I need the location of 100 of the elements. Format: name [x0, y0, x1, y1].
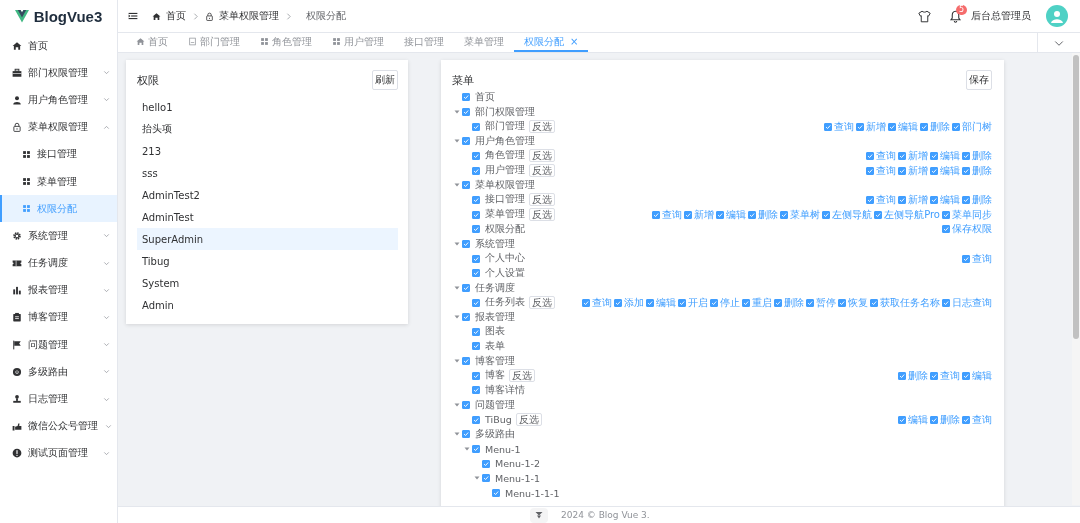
checkbox[interactable] [582, 298, 590, 307]
checkbox[interactable] [866, 195, 874, 204]
caret-icon[interactable] [454, 431, 460, 438]
checkbox[interactable] [472, 254, 480, 263]
checkbox[interactable] [710, 298, 718, 307]
checkbox[interactable] [930, 151, 938, 160]
caret-icon[interactable] [454, 138, 460, 145]
checkbox[interactable] [822, 210, 831, 219]
checkbox[interactable] [462, 181, 470, 190]
checkbox[interactable] [678, 298, 686, 307]
checkbox[interactable] [614, 298, 622, 307]
checkbox[interactable] [472, 415, 480, 424]
scrollbar[interactable] [1072, 53, 1080, 505]
checkbox[interactable] [472, 342, 480, 351]
invert-button[interactable]: 反选 [529, 164, 555, 178]
checkbox[interactable] [462, 137, 470, 146]
caret-icon[interactable] [454, 402, 460, 409]
checkbox[interactable] [462, 357, 470, 366]
checkbox[interactable] [962, 371, 970, 380]
sidebar-item[interactable]: 微信公众号管理 [0, 412, 117, 440]
sidebar-item[interactable]: 用户角色管理 [0, 86, 117, 114]
checkbox[interactable] [962, 415, 970, 424]
checkbox[interactable] [898, 151, 906, 160]
sidebar-item[interactable]: 菜单管理 [0, 167, 117, 196]
checkbox[interactable] [920, 122, 928, 131]
checkbox[interactable] [942, 298, 950, 307]
checkbox[interactable] [462, 239, 470, 248]
checkbox[interactable] [742, 298, 750, 307]
collapse-button[interactable] [530, 507, 548, 523]
sidebar-item[interactable]: 报表管理 [0, 276, 117, 304]
checkbox[interactable] [838, 298, 846, 307]
shirt-icon[interactable] [918, 9, 931, 23]
checkbox[interactable] [472, 327, 480, 336]
checkbox[interactable] [952, 122, 960, 131]
checkbox[interactable] [780, 210, 789, 219]
sidebar-item[interactable]: 菜单权限管理 [0, 113, 117, 141]
checkbox[interactable] [856, 122, 864, 131]
checkbox[interactable] [930, 371, 938, 380]
invert-button[interactable]: 反选 [529, 120, 555, 134]
sidebar-item[interactable]: 问题管理 [0, 331, 117, 359]
checkbox[interactable] [482, 459, 490, 468]
checkbox[interactable] [472, 195, 480, 204]
checkbox[interactable] [462, 430, 470, 439]
checkbox[interactable] [888, 122, 896, 131]
sidebar-item[interactable]: 多级路由 [0, 358, 117, 386]
sidebar-item[interactable]: 部门权限管理 [0, 59, 117, 87]
checkbox[interactable] [462, 401, 470, 410]
role-item[interactable]: sss [137, 162, 398, 184]
sidebar-item[interactable]: 博客管理 [0, 303, 117, 332]
caret-icon[interactable] [454, 284, 460, 291]
checkbox[interactable] [898, 415, 906, 424]
checkbox[interactable] [472, 225, 480, 234]
role-item[interactable]: AdminTest [137, 206, 398, 228]
checkbox[interactable] [930, 195, 938, 204]
checkbox[interactable] [962, 254, 970, 263]
checkbox[interactable] [942, 210, 950, 219]
caret-icon[interactable] [454, 240, 460, 247]
checkbox[interactable] [962, 166, 970, 175]
caret-icon[interactable] [464, 446, 470, 453]
role-item[interactable]: AdminTest2 [137, 184, 398, 206]
invert-button[interactable]: 反选 [529, 208, 555, 222]
avatar-icon[interactable] [1046, 5, 1068, 27]
checkbox[interactable] [472, 151, 480, 160]
checkbox[interactable] [492, 489, 500, 498]
checkbox[interactable] [806, 298, 814, 307]
checkbox[interactable] [870, 298, 878, 307]
checkbox[interactable] [646, 298, 654, 307]
caret-icon[interactable] [454, 314, 460, 321]
checkbox[interactable] [716, 210, 725, 219]
sidebar-item[interactable]: 日志管理 [0, 385, 117, 413]
checkbox[interactable] [962, 195, 970, 204]
invert-button[interactable]: 反选 [529, 296, 555, 309]
checkbox[interactable] [748, 210, 757, 219]
invert-button[interactable]: 反选 [515, 413, 542, 427]
checkbox[interactable] [472, 298, 480, 307]
role-item[interactable]: Tibug [137, 250, 398, 272]
checkbox[interactable] [962, 151, 970, 160]
caret-icon[interactable] [454, 358, 460, 365]
caret-icon[interactable] [454, 182, 460, 189]
checkbox[interactable] [652, 210, 661, 219]
checkbox[interactable] [684, 210, 693, 219]
invert-button[interactable]: 反选 [529, 193, 555, 207]
role-item[interactable]: 213 [137, 140, 398, 162]
sidebar-item[interactable]: 测试页面管理 [0, 439, 117, 467]
checkbox[interactable] [824, 122, 832, 131]
checkbox[interactable] [482, 474, 490, 483]
sidebar-item[interactable]: 任务调度 [0, 249, 117, 277]
breadcrumb-item[interactable]: 菜单权限管理 [219, 9, 279, 23]
caret-icon[interactable] [454, 109, 460, 115]
checkbox[interactable] [472, 166, 480, 175]
checkbox[interactable] [462, 108, 470, 116]
checkbox[interactable] [874, 210, 883, 219]
role-item[interactable]: System [137, 272, 398, 294]
role-item[interactable]: hello1 [137, 96, 398, 118]
checkbox[interactable] [472, 386, 480, 395]
breadcrumb-item[interactable]: 首页 [166, 9, 186, 23]
refresh-button[interactable]: 刷新 [372, 70, 398, 90]
user-name[interactable]: 后台总管理员 [971, 9, 1031, 23]
checkbox[interactable] [774, 298, 782, 307]
invert-button[interactable]: 反选 [509, 369, 535, 383]
